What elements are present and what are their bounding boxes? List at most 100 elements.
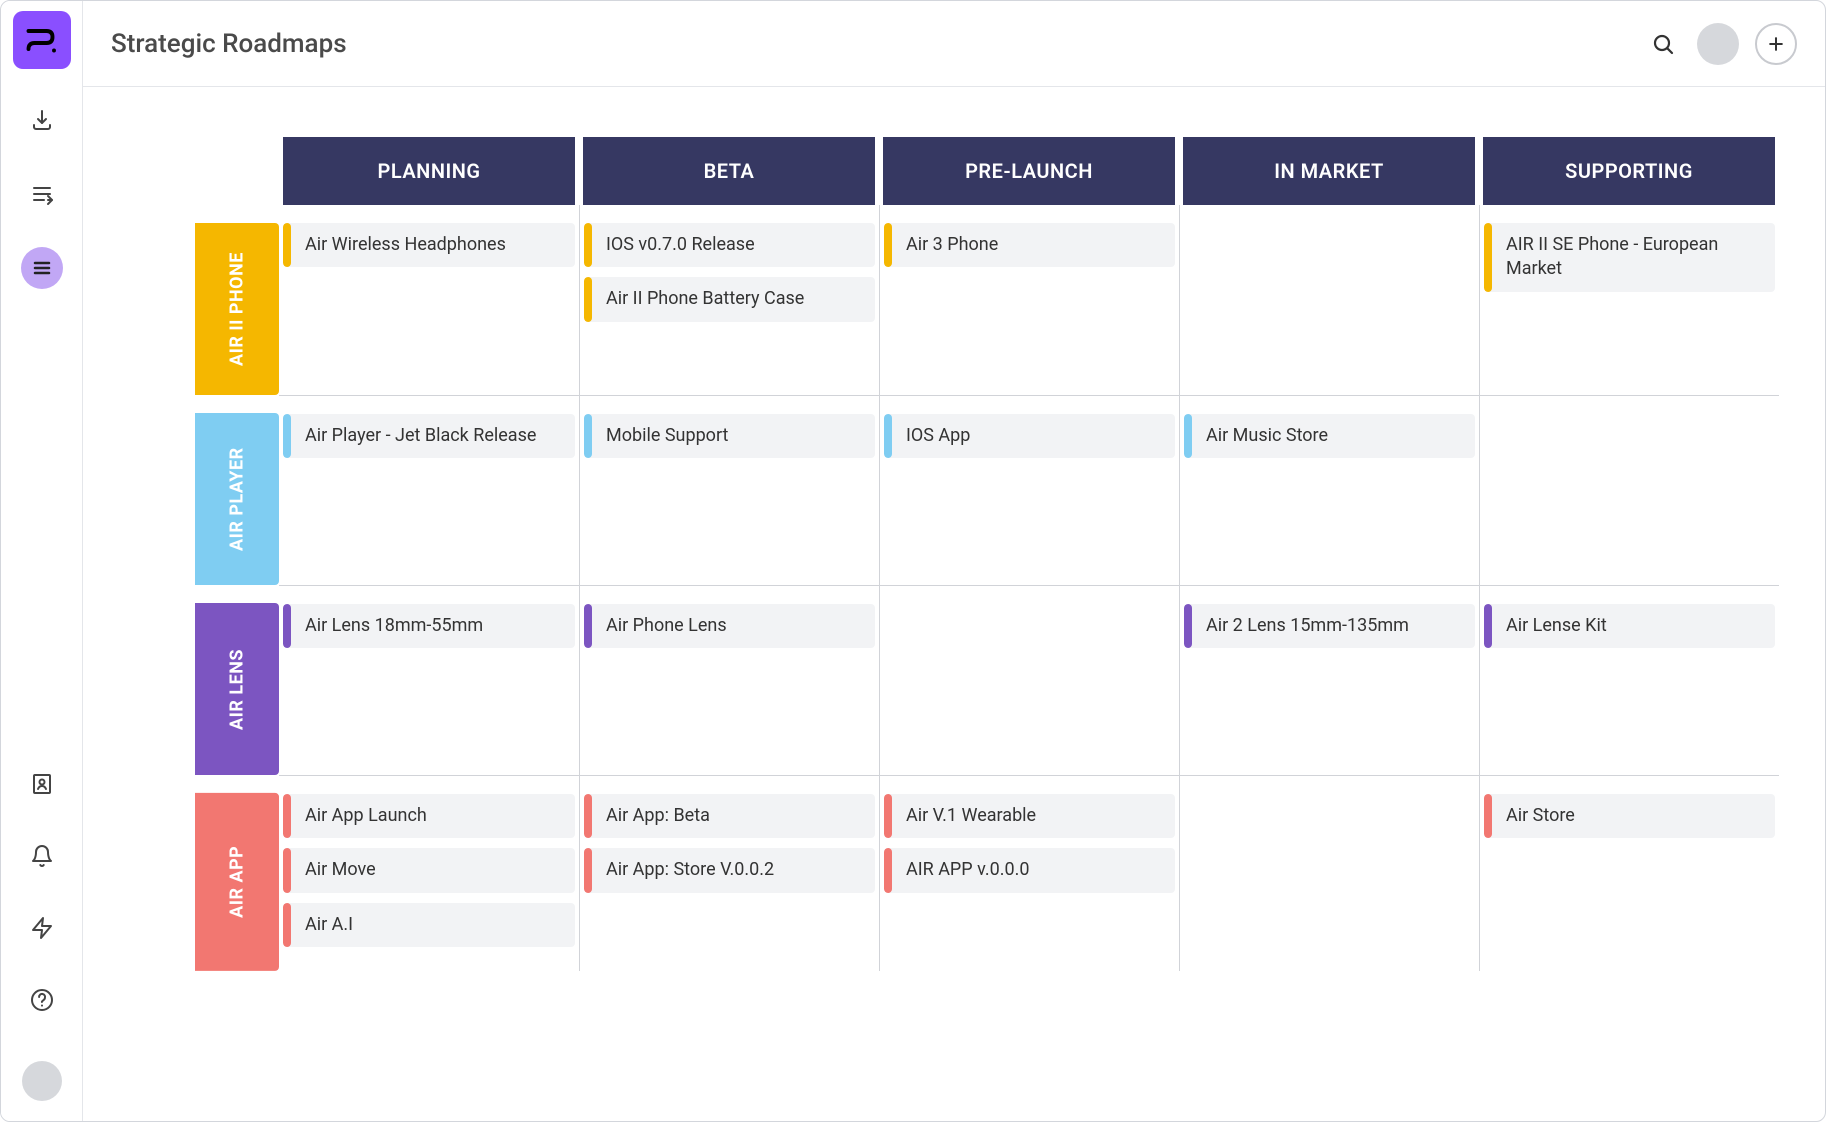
main-area: Strategic Roadmaps PLANNINGBETAPRE-LAUNC… <box>83 1 1825 1121</box>
plus-icon <box>1766 34 1786 54</box>
cell-airapp-planning[interactable]: Air App Launch Air Move Air A.I <box>279 775 579 971</box>
roadmap-card[interactable]: Air V.1 Wearable <box>884 794 1175 838</box>
cell-airplayer-beta[interactable]: Mobile Support <box>579 395 879 585</box>
card-color-bar <box>283 604 291 648</box>
column-header-prelaunch[interactable]: PRE-LAUNCH <box>883 137 1175 205</box>
cell-air2phone-supporting[interactable]: AIR II SE Phone - European Market <box>1479 205 1779 395</box>
notifications-icon[interactable] <box>21 835 63 877</box>
list-return-icon[interactable] <box>21 173 63 215</box>
cell-airplayer-supporting[interactable] <box>1479 395 1779 585</box>
roadmap-card[interactable]: Air Lense Kit <box>1484 604 1775 648</box>
sidebar-nav-bottom <box>21 763 63 1101</box>
roadmap-card[interactable]: AIR APP v.0.0.0 <box>884 848 1175 892</box>
sidebar <box>1 1 83 1121</box>
card-color-bar <box>283 848 291 892</box>
swimlane-label-airplayer[interactable]: AIR PLAYER <box>195 413 279 585</box>
card-title: Air Phone Lens <box>592 604 741 648</box>
card-color-bar <box>1184 414 1192 458</box>
cell-airapp-supporting[interactable]: Air Store <box>1479 775 1779 971</box>
column-header-inmarket[interactable]: IN MARKET <box>1183 137 1475 205</box>
roadmap-card[interactable]: Air Player - Jet Black Release <box>283 414 575 458</box>
sidebar-nav-top <box>21 99 63 289</box>
card-title: Air Player - Jet Black Release <box>291 414 550 458</box>
card-title: Air Lens 18mm-55mm <box>291 604 497 648</box>
card-color-bar <box>584 604 592 648</box>
cell-airapp-beta[interactable]: Air App: Beta Air App: Store V.0.0.2 <box>579 775 879 971</box>
cell-air2phone-prelaunch[interactable]: Air 3 Phone <box>879 205 1179 395</box>
cell-airlens-supporting[interactable]: Air Lense Kit <box>1479 585 1779 775</box>
card-color-bar <box>884 848 892 892</box>
card-title: Air App: Store V.0.0.2 <box>592 848 788 892</box>
roadmap-card[interactable]: Mobile Support <box>584 414 875 458</box>
cell-air2phone-inmarket[interactable] <box>1179 205 1479 395</box>
help-icon[interactable] <box>21 979 63 1021</box>
roadmap-card[interactable]: Air App Launch <box>283 794 575 838</box>
cell-air2phone-planning[interactable]: Air Wireless Headphones <box>279 205 579 395</box>
card-color-bar <box>1484 794 1492 838</box>
board-scroll[interactable]: PLANNINGBETAPRE-LAUNCHIN MARKETSUPPORTIN… <box>83 87 1825 1121</box>
add-button[interactable] <box>1755 23 1797 65</box>
roadmap-card[interactable]: Air Store <box>1484 794 1775 838</box>
roadmap-card[interactable]: Air 3 Phone <box>884 223 1175 267</box>
card-title: Air Store <box>1492 794 1589 838</box>
card-title: Mobile Support <box>592 414 742 458</box>
cell-airlens-prelaunch[interactable] <box>879 585 1179 775</box>
roadmap-card[interactable]: IOS v0.7.0 Release <box>584 223 875 267</box>
column-header-supporting[interactable]: SUPPORTING <box>1483 137 1775 205</box>
swimlane-label-airlens[interactable]: AIR LENS <box>195 603 279 775</box>
contacts-icon[interactable] <box>21 763 63 805</box>
card-title: Air 3 Phone <box>892 223 1012 267</box>
card-color-bar <box>1484 604 1492 648</box>
roadmap-card[interactable]: Air Move <box>283 848 575 892</box>
swimlane-label-air2phone[interactable]: AIR II PHONE <box>195 223 279 395</box>
roadmap-card[interactable]: Air Lens 18mm-55mm <box>283 604 575 648</box>
roadmap-card[interactable]: Air II Phone Battery Case <box>584 277 875 321</box>
card-title: Air Wireless Headphones <box>291 223 520 267</box>
card-color-bar <box>884 414 892 458</box>
search-button[interactable] <box>1645 26 1681 62</box>
cell-airlens-planning[interactable]: Air Lens 18mm-55mm <box>279 585 579 775</box>
cell-airapp-prelaunch[interactable]: Air V.1 Wearable AIR APP v.0.0.0 <box>879 775 1179 971</box>
card-title: Air Lense Kit <box>1492 604 1621 648</box>
roadmap-card[interactable]: Air App: Beta <box>584 794 875 838</box>
card-title: AIR II SE Phone - European Market <box>1492 223 1775 292</box>
user-avatar-sidebar[interactable] <box>22 1061 62 1101</box>
cell-airplayer-prelaunch[interactable]: IOS App <box>879 395 1179 585</box>
cell-air2phone-beta[interactable]: IOS v0.7.0 Release Air II Phone Battery C… <box>579 205 879 395</box>
topbar: Strategic Roadmaps <box>83 1 1825 87</box>
card-color-bar <box>884 223 892 267</box>
roadmap-card[interactable]: Air Phone Lens <box>584 604 875 648</box>
card-title: Air Music Store <box>1192 414 1342 458</box>
card-color-bar <box>584 223 592 267</box>
column-header-beta[interactable]: BETA <box>583 137 875 205</box>
swimlane-label-airapp[interactable]: AIR APP <box>195 793 279 971</box>
page-title: Strategic Roadmaps <box>111 29 347 59</box>
roadmap-card[interactable]: Air 2 Lens 15mm-135mm <box>1184 604 1475 648</box>
roadmap-card[interactable]: IOS App <box>884 414 1175 458</box>
cell-airplayer-planning[interactable]: Air Player - Jet Black Release <box>279 395 579 585</box>
cell-airapp-inmarket[interactable] <box>1179 775 1479 971</box>
roadmap-card[interactable]: Air Wireless Headphones <box>283 223 575 267</box>
user-avatar-top[interactable] <box>1697 23 1739 65</box>
app-frame: Strategic Roadmaps PLANNINGBETAPRE-LAUNC… <box>0 0 1826 1122</box>
roadmap-card[interactable]: Air A.I <box>283 903 575 947</box>
app-logo[interactable] <box>13 11 71 69</box>
topbar-actions <box>1645 23 1797 65</box>
cell-airlens-beta[interactable]: Air Phone Lens <box>579 585 879 775</box>
roadmap-card[interactable]: Air Music Store <box>1184 414 1475 458</box>
import-icon[interactable] <box>21 99 63 141</box>
cell-airplayer-inmarket[interactable]: Air Music Store <box>1179 395 1479 585</box>
card-title: AIR APP v.0.0.0 <box>892 848 1043 892</box>
roadmap-card[interactable]: AIR II SE Phone - European Market <box>1484 223 1775 292</box>
card-title: Air App: Beta <box>592 794 724 838</box>
card-title: IOS App <box>892 414 984 458</box>
swimlane-view-icon[interactable] <box>21 247 63 289</box>
column-header-planning[interactable]: PLANNING <box>283 137 575 205</box>
card-color-bar <box>1184 604 1192 648</box>
card-title: Air A.I <box>291 903 367 947</box>
card-color-bar <box>584 414 592 458</box>
lightning-icon[interactable] <box>21 907 63 949</box>
roadmap-card[interactable]: Air App: Store V.0.0.2 <box>584 848 875 892</box>
cell-airlens-inmarket[interactable]: Air 2 Lens 15mm-135mm <box>1179 585 1479 775</box>
card-title: Air II Phone Battery Case <box>592 277 818 321</box>
